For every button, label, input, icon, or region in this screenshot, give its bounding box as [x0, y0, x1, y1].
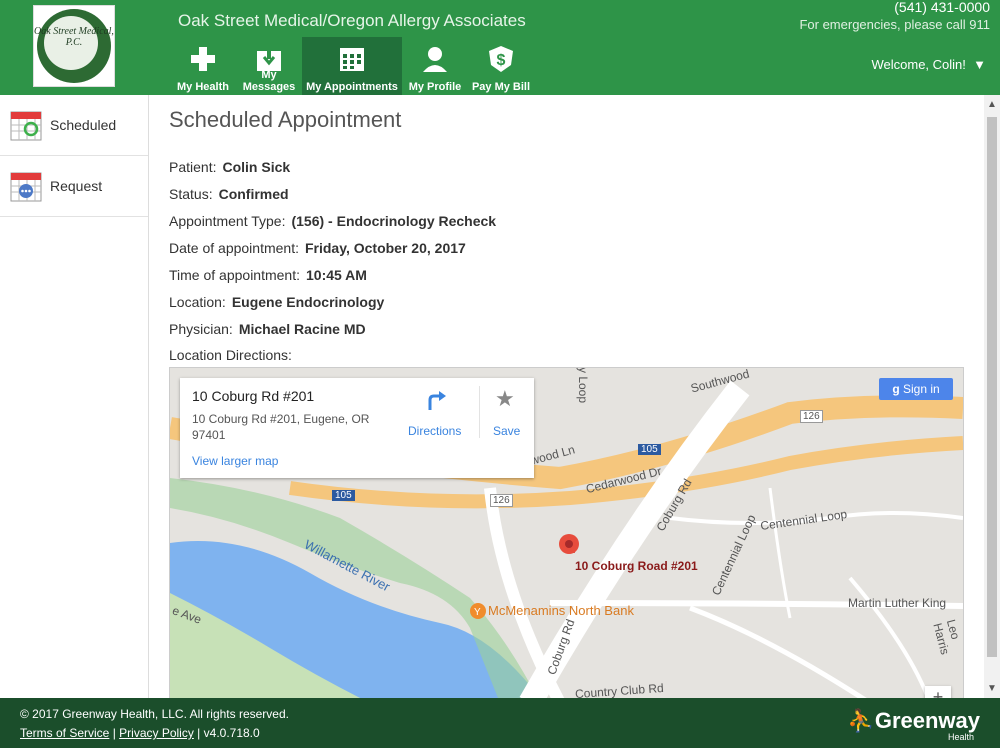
plus-icon — [191, 47, 215, 71]
calendar-dots-icon — [10, 172, 42, 202]
footer-links: Terms of Service | Privacy Policy | v4.0… — [20, 726, 260, 740]
main-nav: My Health My Messages My Appointments My… — [170, 37, 534, 95]
type-field: Appointment Type: (156) - Endocrinology R… — [169, 213, 497, 229]
map-label-mlk: Martin Luther King — [848, 596, 947, 610]
location-map[interactable]: Y Willamette River Coburg Rd Coburg Rd C… — [169, 367, 964, 698]
date-value: Friday, October 20, 2017 — [304, 240, 466, 256]
map-card-address: 10 Coburg Rd #201, Eugene, OR 97401 — [192, 412, 370, 442]
nav-my-health[interactable]: My Health — [170, 37, 236, 95]
location-value: Eugene Endocrinology — [231, 294, 385, 310]
scrollbar-thumb[interactable] — [987, 117, 997, 657]
status-field: Status: Confirmed — [169, 186, 289, 202]
version: v4.0.718.0 — [203, 726, 260, 740]
star-icon[interactable]: ★ — [495, 386, 515, 412]
user-menu[interactable]: Welcome, Colin! ▼ — [871, 57, 986, 72]
nav-my-profile[interactable]: My Profile — [402, 37, 468, 95]
map-label-route-126: 126 — [800, 410, 823, 423]
dollar-icon: $ — [489, 46, 513, 72]
svg-text:Y: Y — [474, 607, 481, 618]
map-info-card: 10 Coburg Rd #201 10 Coburg Rd #201, Eug… — [180, 378, 534, 478]
nav-my-messages[interactable]: My Messages — [236, 37, 302, 95]
map-label-loop: y Loop — [576, 367, 591, 404]
greenway-figure-icon: ⛹ — [847, 708, 875, 733]
logo-text: Oak Street Medical, P.C. — [34, 26, 114, 48]
page-title: Scheduled Appointment — [169, 107, 402, 132]
map-poi-mcmenamins[interactable]: McMenamins North Bank — [488, 603, 634, 618]
map-label-i105-2: 105 — [332, 490, 355, 501]
location-field: Location: Eugene Endocrinology — [169, 294, 385, 310]
map-label-route-126-2: 126 — [490, 494, 513, 507]
patient-value: Colin Sick — [222, 159, 291, 175]
google-g-icon: g — [892, 382, 903, 396]
map-zoom-in-button[interactable]: + — [925, 686, 951, 698]
directions-link[interactable]: Directions — [408, 424, 461, 438]
map-label-i105: 105 — [638, 444, 661, 455]
sidebar-item-request[interactable]: Request — [0, 156, 148, 217]
map-card-title: 10 Coburg Rd #201 — [192, 388, 315, 404]
page-scrollbar[interactable]: ▲ ▼ — [984, 95, 1000, 698]
appointment-details: Scheduled Appointment Patient: Colin Sick… — [149, 95, 984, 698]
time-field: Time of appointment: 10:45 AM — [169, 267, 367, 283]
app-header: Oak Street Medical, P.C. Oak Street Medi… — [0, 0, 1000, 95]
svg-text:$: $ — [497, 52, 506, 69]
practice-name: Oak Street Medical/Oregon Allergy Associ… — [178, 11, 526, 30]
directions-icon[interactable] — [426, 390, 448, 412]
time-value: 10:45 AM — [306, 267, 367, 283]
status-value: Confirmed — [218, 186, 289, 202]
google-sign-in-button[interactable]: g Sign in — [879, 378, 953, 400]
sidebar-item-scheduled[interactable]: Scheduled — [0, 95, 148, 156]
calendar-check-icon — [10, 111, 42, 141]
physician-value: Michael Racine MD — [238, 321, 366, 337]
copyright: © 2017 Greenway Health, LLC. All rights … — [20, 707, 289, 721]
chevron-down-icon: ▼ — [969, 57, 986, 72]
map-pin-label: 10 Coburg Road #201 — [575, 559, 698, 573]
scroll-up-icon[interactable]: ▲ — [987, 99, 997, 110]
person-icon — [423, 47, 447, 72]
date-field: Date of appointment: Friday, October 20, … — [169, 240, 466, 256]
physician-field: Physician: Michael Racine MD — [169, 321, 366, 337]
privacy-link[interactable]: Privacy Policy — [119, 726, 194, 740]
nav-my-appointments[interactable]: My Appointments — [302, 37, 402, 95]
patient-field: Patient: Colin Sick — [169, 159, 291, 175]
view-larger-map-link[interactable]: View larger map — [192, 454, 278, 468]
phone-number: (541) 431-0000 — [894, 0, 990, 15]
emergency-note: For emergencies, please call 911 — [799, 17, 990, 32]
terms-link[interactable]: Terms of Service — [20, 726, 109, 740]
welcome-text: Welcome, Colin! — [871, 57, 966, 72]
sidebar-item-label: Request — [50, 178, 103, 194]
practice-logo[interactable]: Oak Street Medical, P.C. — [33, 5, 115, 87]
calendar-icon — [340, 48, 364, 71]
sidebar-item-label: Scheduled — [50, 117, 117, 133]
app-footer: © 2017 Greenway Health, LLC. All rights … — [0, 698, 1000, 748]
scroll-down-icon[interactable]: ▼ — [987, 683, 997, 694]
directions-label: Location Directions: — [169, 347, 292, 363]
greenway-logo: ⛹Greenway Health — [847, 708, 980, 742]
type-value: (156) - Endocrinology Recheck — [291, 213, 497, 229]
nav-pay-my-bill[interactable]: $ Pay My Bill — [468, 37, 534, 95]
save-link[interactable]: Save — [493, 424, 520, 438]
sidebar: Scheduled Request — [0, 95, 149, 698]
contact-info: (541) 431-0000 For emergencies, please c… — [799, 0, 990, 34]
